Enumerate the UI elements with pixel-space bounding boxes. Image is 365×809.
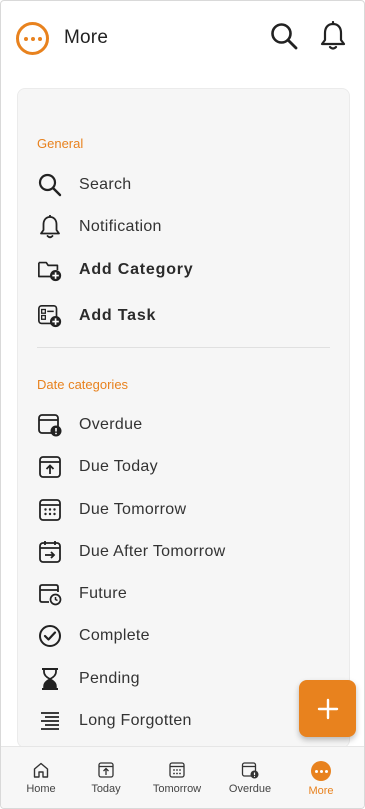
menu-item-overdue[interactable]: Overdue bbox=[37, 407, 332, 443]
section-label-general: General bbox=[37, 136, 84, 151]
more-logo-icon bbox=[16, 22, 49, 55]
menu-item-label: Add Task bbox=[79, 307, 157, 324]
nav-tomorrow[interactable]: Tomorrow bbox=[145, 747, 209, 808]
bell-icon bbox=[37, 214, 63, 240]
menu-item-add-category[interactable]: Add Category bbox=[37, 252, 332, 288]
lines-icon bbox=[37, 708, 63, 734]
calendar-arrow-icon bbox=[37, 539, 63, 565]
nav-label: Tomorrow bbox=[152, 783, 202, 795]
calendar-alert-icon bbox=[241, 762, 259, 779]
calendar-clock-icon bbox=[37, 581, 63, 607]
menu-item-label: Due After Tomorrow bbox=[79, 543, 226, 560]
home-icon bbox=[33, 762, 49, 778]
menu-item-complete[interactable]: Complete bbox=[37, 618, 332, 654]
calendar-up-icon bbox=[98, 762, 114, 778]
calendar-grid-icon bbox=[169, 762, 185, 778]
nav-more[interactable]: More bbox=[297, 747, 345, 808]
header-notification-button[interactable] bbox=[316, 19, 350, 53]
menu-item-pending[interactable]: Pending bbox=[37, 661, 332, 697]
search-icon bbox=[37, 172, 63, 198]
menu-item-add-task[interactable]: Add Task bbox=[37, 298, 332, 334]
menu-item-label: Due Today bbox=[79, 458, 158, 475]
menu-item-label: Pending bbox=[79, 670, 140, 687]
page-title: More bbox=[64, 27, 109, 48]
nav-label: Home bbox=[26, 783, 56, 795]
menu-item-label: Search bbox=[79, 176, 132, 193]
menu-item-due-after-tomorrow[interactable]: Due After Tomorrow bbox=[37, 534, 332, 570]
add-fab-button[interactable] bbox=[299, 680, 356, 737]
header-search-button[interactable] bbox=[267, 19, 301, 53]
search-icon bbox=[271, 23, 298, 50]
bottom-nav: Home Today Tomorrow Overdue More bbox=[1, 746, 364, 808]
bell-icon bbox=[320, 21, 346, 50]
section-label-date-categories: Date categories bbox=[37, 377, 129, 392]
menu-card: General Search Notification Add Category… bbox=[17, 88, 350, 748]
menu-item-due-tomorrow[interactable]: Due Tomorrow bbox=[37, 492, 332, 528]
more-dots-icon bbox=[311, 761, 331, 781]
menu-item-search[interactable]: Search bbox=[37, 167, 332, 203]
menu-item-label: Future bbox=[79, 585, 128, 602]
menu-item-notification[interactable]: Notification bbox=[37, 209, 332, 245]
menu-item-label: Long Forgotten bbox=[79, 712, 192, 729]
nav-label: Overdue bbox=[228, 783, 272, 795]
nav-label: Today bbox=[91, 783, 121, 795]
section-divider bbox=[37, 347, 330, 348]
menu-item-label: Add Category bbox=[79, 261, 194, 278]
folder-add-icon bbox=[37, 257, 63, 283]
app-header: More bbox=[1, 1, 364, 77]
hourglass-icon bbox=[37, 666, 63, 692]
check-circle-icon bbox=[37, 623, 63, 649]
menu-item-label: Overdue bbox=[79, 416, 143, 433]
plus-icon bbox=[317, 698, 338, 719]
nav-today[interactable]: Today bbox=[83, 747, 129, 808]
menu-item-label: Due Tomorrow bbox=[79, 501, 187, 518]
nav-label: More bbox=[308, 785, 334, 797]
nav-home[interactable]: Home bbox=[17, 747, 65, 808]
menu-item-due-today[interactable]: Due Today bbox=[37, 449, 332, 485]
calendar-alert-icon bbox=[37, 412, 63, 438]
nav-overdue[interactable]: Overdue bbox=[223, 747, 277, 808]
calendar-up-icon bbox=[37, 454, 63, 480]
task-add-icon bbox=[37, 303, 63, 329]
calendar-grid-icon bbox=[37, 497, 63, 523]
menu-item-long-forgotten[interactable]: Long Forgotten bbox=[37, 703, 332, 739]
menu-item-label: Complete bbox=[79, 627, 150, 644]
menu-item-label: Notification bbox=[79, 218, 162, 235]
menu-item-future[interactable]: Future bbox=[37, 576, 332, 612]
app-frame: More General Search Notification Add Cat… bbox=[0, 0, 365, 809]
